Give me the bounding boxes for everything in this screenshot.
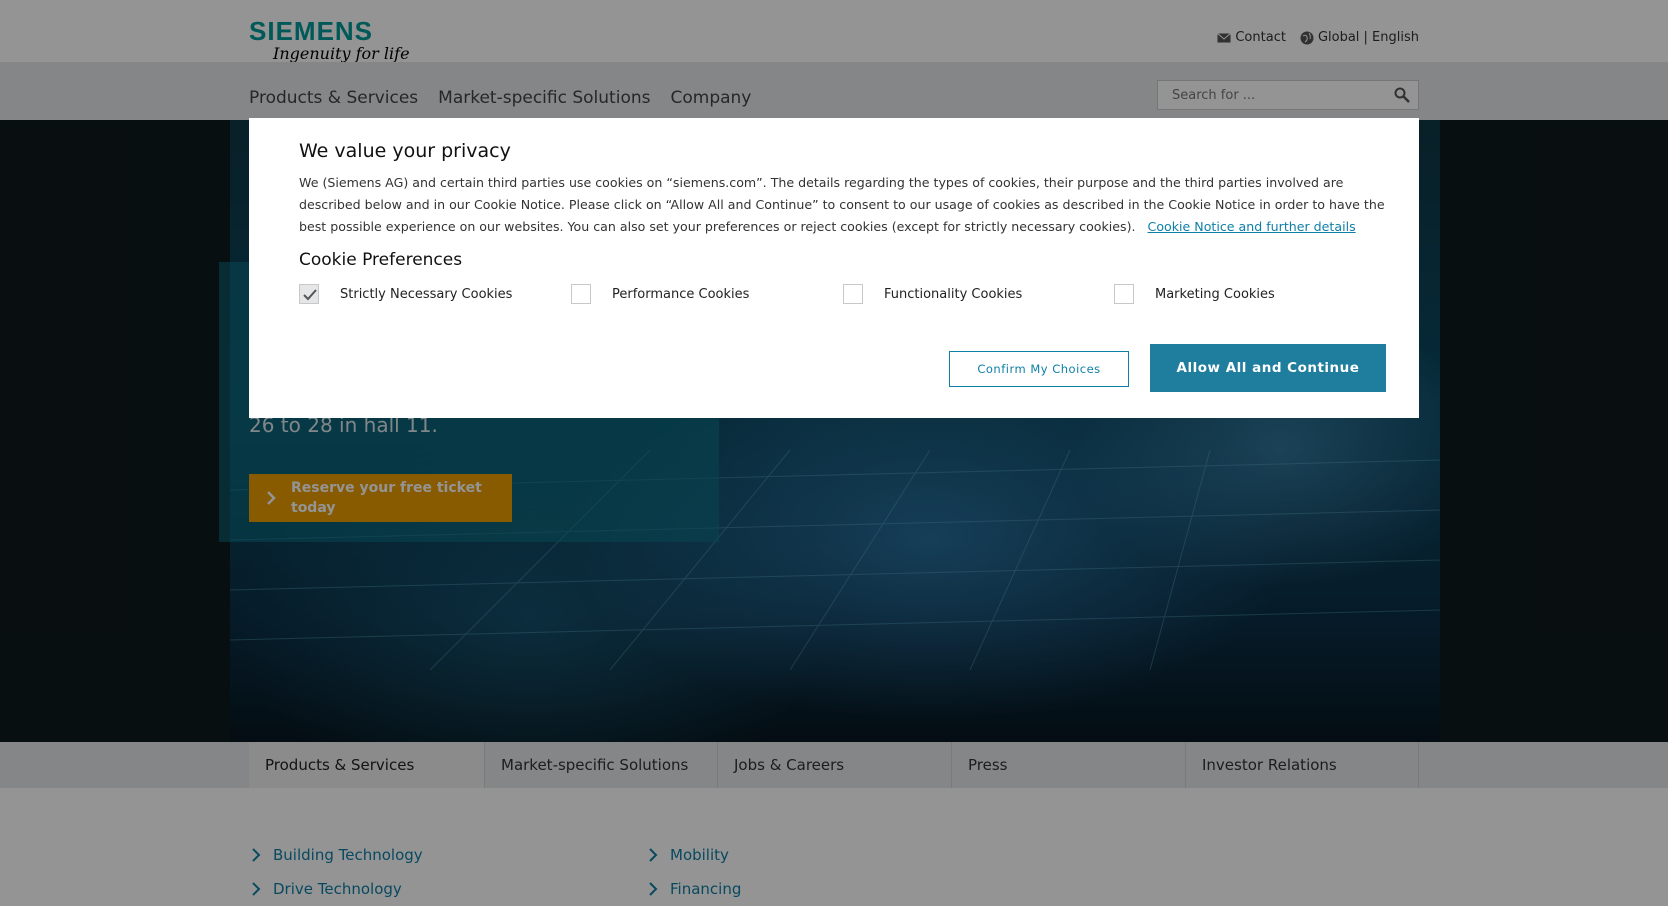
marketing-checkbox[interactable]: [1114, 284, 1134, 304]
cookie-preferences: Strictly Necessary Cookies Performance C…: [299, 284, 1389, 308]
strictly-necessary-checkbox[interactable]: [299, 284, 319, 304]
pref-label: Functionality Cookies: [884, 286, 1023, 302]
pref-label: Strictly Necessary Cookies: [340, 286, 513, 302]
allow-all-button[interactable]: Allow All and Continue: [1150, 344, 1386, 392]
functionality-checkbox[interactable]: [843, 284, 863, 304]
pref-label: Performance Cookies: [612, 286, 750, 302]
confirm-choices-button[interactable]: Confirm My Choices: [949, 351, 1129, 387]
pref-marketing[interactable]: Marketing Cookies: [1114, 284, 1275, 304]
preferences-title: Cookie Preferences: [299, 250, 463, 270]
cookie-notice-link[interactable]: Cookie Notice and further details: [1148, 219, 1356, 234]
dialog-title: We value your privacy: [299, 140, 511, 162]
cookie-consent-dialog: We value your privacy We (Siemens AG) an…: [249, 118, 1419, 418]
pref-strictly-necessary[interactable]: Strictly Necessary Cookies: [299, 284, 512, 304]
pref-performance[interactable]: Performance Cookies: [571, 284, 749, 304]
checkmark-icon: [303, 289, 317, 301]
pref-functionality[interactable]: Functionality Cookies: [843, 284, 1022, 304]
performance-checkbox[interactable]: [571, 284, 591, 304]
dialog-body: We (Siemens AG) and certain third partie…: [299, 172, 1389, 238]
pref-label: Marketing Cookies: [1155, 286, 1275, 302]
